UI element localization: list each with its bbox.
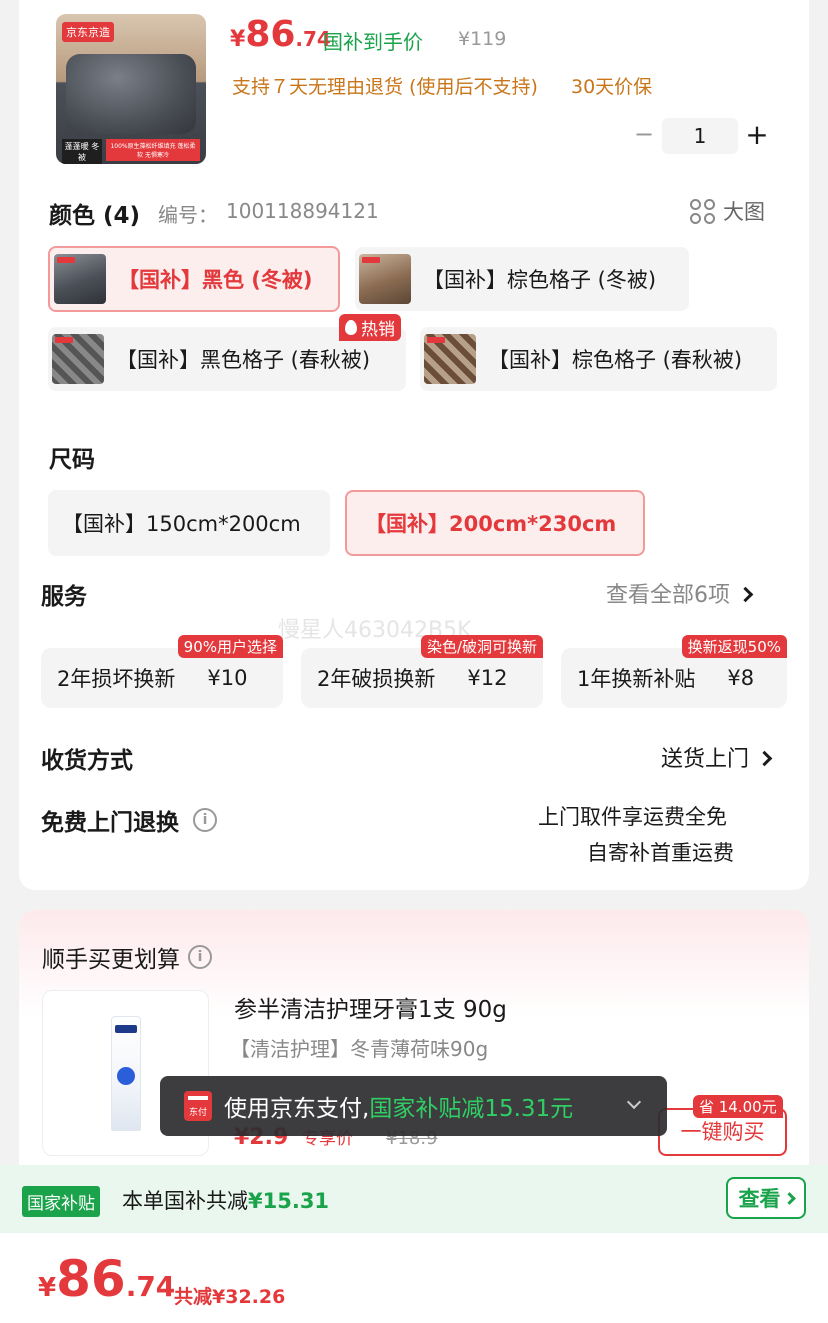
- product-thumbnail[interactable]: 京东京造 蓬蓬暖 冬被 100%原生藻松纤维填充 蓬松柔软 无惧寒冷: [56, 14, 206, 164]
- color-title: 颜色 (4): [49, 203, 141, 229]
- service-item-renewal-subsidy[interactable]: 1年换新补贴 ¥8 换新返现50%: [561, 635, 787, 708]
- service-item-damage-replace[interactable]: 2年损坏换新 ¥10 90%用户选择: [41, 635, 283, 708]
- toast-highlight: 国家补贴减15.31元: [369, 1096, 574, 1122]
- service-price: ¥12: [467, 666, 508, 690]
- save-badge: 省 14.00元: [693, 1095, 783, 1118]
- grid-icon: [690, 198, 715, 224]
- color-option-brown-plaid-spring[interactable]: 【国补】棕色格子 (春秋被): [420, 327, 777, 391]
- size-option-150x200[interactable]: 【国补】150cm*200cm: [48, 490, 330, 556]
- service-title: 服务: [41, 584, 87, 610]
- chevron-right-icon: [756, 750, 773, 766]
- price-label: 国补到手价: [323, 30, 423, 54]
- quantity-minus-button[interactable]: −: [632, 120, 656, 148]
- jd-pay-icon: 东付: [184, 1091, 212, 1121]
- color-thumb: [54, 254, 106, 304]
- hot-badge: 热销: [339, 314, 401, 341]
- sku-label: 编号：: [158, 203, 218, 227]
- return-policy: 支持７天无理由退货 (使用后不支持): [232, 76, 538, 98]
- color-option-brown-plaid-winter[interactable]: 【国补】棕色格子 (冬被): [355, 247, 689, 311]
- service-name: 2年破损换新: [317, 667, 436, 691]
- comforter-image: [66, 54, 196, 134]
- sku-number: 100118894121: [226, 199, 379, 223]
- delivery-title: 收货方式: [41, 748, 133, 774]
- subsidy-view-button[interactable]: 查看: [726, 1177, 806, 1219]
- free-return-line2: 自寄补首重运费: [587, 841, 734, 865]
- flame-icon: [345, 320, 357, 335]
- product-price: ¥86.74: [230, 14, 331, 55]
- delivery-method[interactable]: 送货上门: [661, 741, 773, 773]
- info-icon[interactable]: i: [193, 808, 217, 832]
- subsidy-text: 本单国补共减¥15.31: [122, 1189, 330, 1213]
- big-image-button[interactable]: 大图: [690, 196, 765, 226]
- service-price: ¥8: [727, 666, 755, 690]
- footer-price: ¥86.74: [38, 1250, 176, 1308]
- quantity-plus-button[interactable]: +: [744, 118, 770, 151]
- chevron-right-icon: [737, 586, 754, 602]
- brand-logo: 京东京造: [62, 22, 114, 42]
- chevron-right-icon: [782, 1191, 796, 1205]
- bundle-product-title[interactable]: 参半清洁护理牙膏1支 90g: [234, 990, 507, 1024]
- info-icon[interactable]: i: [188, 945, 212, 969]
- size-option-200x230[interactable]: 【国补】200cm*230cm: [345, 490, 645, 556]
- service-item-breakage-replace[interactable]: 2年破损换新 ¥12 染色/破洞可换新: [301, 635, 543, 708]
- big-image-label: 大图: [723, 200, 765, 224]
- original-price: ¥119: [458, 28, 507, 50]
- toast-text: 使用京东支付,: [224, 1096, 370, 1122]
- service-name: 1年换新补贴: [577, 667, 696, 691]
- thumb-caption-right: 100%原生藻松纤维填充 蓬松柔软 无惧寒冷: [106, 139, 200, 161]
- thumb-caption-left: 蓬蓬暖 冬被: [62, 139, 102, 164]
- color-option-label: 【国补】黑色格子 (春秋被): [116, 348, 371, 372]
- service-tag: 染色/破洞可换新: [420, 635, 543, 658]
- chevron-down-icon[interactable]: [626, 1094, 642, 1110]
- color-thumb: [52, 334, 104, 384]
- color-option-label: 【国补】棕色格子 (春秋被): [488, 348, 743, 372]
- service-tag: 换新返现50%: [681, 635, 787, 658]
- jd-pay-toast[interactable]: 东付 使用京东支付, 国家补贴减15.31元: [160, 1076, 667, 1136]
- quantity-input[interactable]: 1: [662, 118, 738, 154]
- color-option-label: 【国补】棕色格子 (冬被): [423, 268, 657, 292]
- free-return-title: 免费上门退换 i: [41, 803, 217, 837]
- footer-discount: 共减¥32.26: [174, 1286, 286, 1308]
- bundle-title: 顺手买更划算 i: [42, 940, 212, 974]
- size-option-label: 【国补】150cm*200cm: [62, 512, 301, 536]
- size-option-label: 【国补】200cm*230cm: [365, 512, 617, 536]
- service-price: ¥10: [207, 666, 248, 690]
- color-option-label: 【国补】黑色 (冬被): [118, 268, 313, 292]
- free-return-line1: 上门取件享运费全免: [538, 805, 727, 829]
- color-option-black-winter[interactable]: 【国补】黑色 (冬被): [48, 246, 340, 312]
- size-title: 尺码: [49, 447, 95, 473]
- service-name: 2年损坏换新: [57, 667, 176, 691]
- bundle-variant: 【清洁护理】冬青薄荷味90g: [230, 1037, 489, 1061]
- service-view-all[interactable]: 查看全部6项: [606, 577, 754, 609]
- toothpaste-tube: [111, 1016, 141, 1131]
- color-thumb: [424, 334, 476, 384]
- color-thumb: [359, 254, 411, 304]
- subsidy-badge: 国家补贴: [22, 1186, 100, 1217]
- price-protection: 30天价保: [571, 76, 653, 98]
- service-tag: 90%用户选择: [177, 635, 283, 658]
